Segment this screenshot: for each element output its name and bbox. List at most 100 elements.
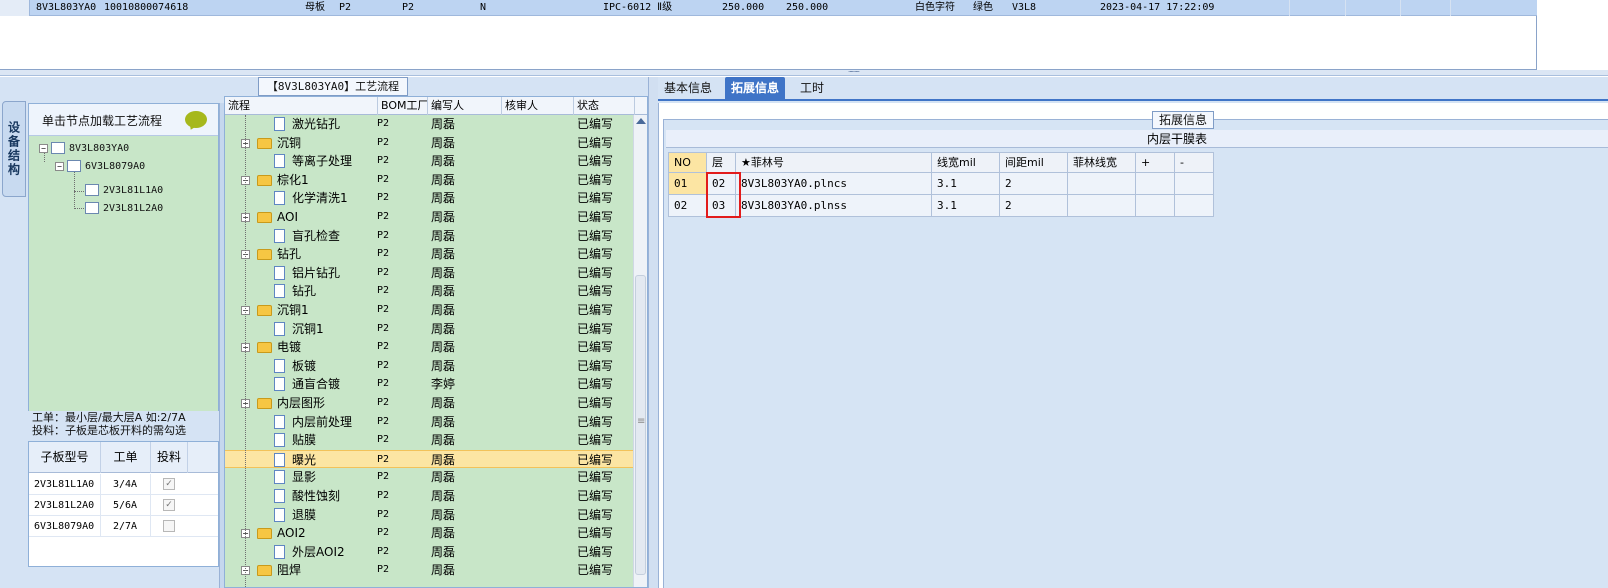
table-row[interactable]: 2V3L81L1A0 3/4A ✓ xyxy=(29,474,218,495)
flow-row[interactable]: 通盲合镀 P2 李婷 已编写 xyxy=(225,375,635,394)
flow-row[interactable]: 酸性蚀刻 P2 周磊 已编写 xyxy=(225,487,635,506)
flow-row[interactable]: 退膜 P2 周磊 已编写 xyxy=(225,506,635,525)
column-header[interactable]: 核审人 xyxy=(502,97,574,115)
flow-step-name: 沉铜1 xyxy=(277,303,309,317)
remove-cell[interactable] xyxy=(1175,195,1214,217)
flow-row[interactable]: 等离子处理 P2 周磊 已编写 xyxy=(225,152,635,171)
row-header-cell[interactable] xyxy=(0,0,30,16)
load-flow-hint[interactable]: 单击节点加载工艺流程 xyxy=(29,104,218,136)
cell-f1[interactable]: P2 xyxy=(339,0,351,15)
flow-row[interactable]: 化学清洗1 P2 周磊 已编写 xyxy=(225,189,635,208)
sub-order-cell[interactable]: 5/6A xyxy=(101,495,151,516)
remove-row-header[interactable]: - xyxy=(1175,152,1214,173)
column-header[interactable]: NO xyxy=(668,152,707,173)
horizontal-splitter[interactable]: ········· xyxy=(0,69,1608,76)
sub-order-cell[interactable]: 2/7A xyxy=(101,516,151,537)
remove-cell[interactable] xyxy=(1175,173,1214,195)
scrollbar-thumb[interactable] xyxy=(635,275,646,575)
flow-row[interactable]: − 电镀 P2 周磊 已编写 xyxy=(225,338,635,357)
no-cell[interactable]: 02 xyxy=(668,195,707,217)
cell-code[interactable]: 8V3L803YA0 xyxy=(36,0,96,15)
column-header[interactable]: BOM工厂 xyxy=(378,97,428,115)
column-header[interactable]: 投料 xyxy=(151,442,188,473)
line-width-cell[interactable]: 3.1 xyxy=(932,195,1000,217)
sub-order-cell[interactable]: 3/4A xyxy=(101,474,151,495)
cell-datetime[interactable]: 2023-04-17 17:22:09 xyxy=(1100,0,1214,15)
spacing-cell[interactable]: 2 xyxy=(1000,173,1068,195)
column-header[interactable]: 编写人 xyxy=(428,97,502,115)
flow-row[interactable]: 曝光 P2 周磊 已编写 xyxy=(225,449,635,469)
flow-row[interactable]: − 内层图形 P2 周磊 已编写 xyxy=(225,394,635,413)
column-header[interactable]: 工单 xyxy=(101,442,151,473)
cell-number[interactable]: 10010800074618 xyxy=(104,0,188,15)
tab-extended-info[interactable]: 拓展信息 xyxy=(725,77,786,100)
spacing-cell[interactable]: 2 xyxy=(1000,195,1068,217)
tree-node-root[interactable]: − 8V3L803YA0 xyxy=(39,142,129,156)
flow-row[interactable]: − 钻孔 P2 周磊 已编写 xyxy=(225,245,635,264)
feed-checkbox[interactable] xyxy=(163,520,175,532)
flow-row[interactable]: − 沉铜1 P2 周磊 已编写 xyxy=(225,301,635,320)
feed-checkbox[interactable]: ✓ xyxy=(163,478,175,490)
column-header[interactable]: 线宽mil xyxy=(932,152,1000,173)
add-row-header[interactable]: + xyxy=(1136,152,1175,173)
flow-row[interactable]: 贴膜 P2 周磊 已编写 xyxy=(225,431,635,450)
sub-model-cell[interactable]: 2V3L81L1A0 xyxy=(29,474,101,495)
flow-row[interactable]: − 棕化1 P2 周磊 已编写 xyxy=(225,171,635,190)
cell-solder-color[interactable]: 绿色 xyxy=(973,0,993,15)
column-header[interactable]: ★菲林号 xyxy=(736,152,932,173)
tab-man-hours[interactable]: 工时 xyxy=(794,77,830,100)
cell-v2[interactable]: 250.000 xyxy=(786,0,828,15)
collapse-strip[interactable] xyxy=(648,77,658,588)
no-cell[interactable]: 01 xyxy=(668,173,707,195)
cell-type[interactable]: 母板 xyxy=(305,0,325,15)
flow-row[interactable]: − AOI2 P2 周磊 已编写 xyxy=(225,524,635,543)
tab-basic-info[interactable]: 基本信息 xyxy=(658,77,718,100)
film-width-cell[interactable] xyxy=(1068,173,1136,195)
flow-row[interactable]: 板镀 P2 周磊 已编写 xyxy=(225,357,635,376)
cell-text-color[interactable]: 白色字符 xyxy=(915,0,955,15)
table-row[interactable]: 6V3L8079A0 2/7A xyxy=(29,516,218,537)
flow-row[interactable]: − 阻焊 P2 周磊 已编写 xyxy=(225,561,635,580)
collapse-icon[interactable]: − xyxy=(39,143,48,153)
film-cell[interactable]: 8V3L803YA0.plncs xyxy=(736,173,932,195)
flow-row[interactable]: 外层AOI2 P2 周磊 已编写 xyxy=(225,543,635,562)
top-grid-row-selected[interactable]: 8V3L803YA0 10010800074618 母板 P2 P2 N IPC… xyxy=(0,0,1537,16)
scroll-up-icon[interactable] xyxy=(636,118,646,124)
collapse-icon[interactable]: − xyxy=(55,161,64,171)
vertical-scrollbar[interactable] xyxy=(633,115,647,587)
feed-checkbox[interactable]: ✓ xyxy=(163,499,175,511)
tree-node-leaf[interactable]: 2V3L81L2A0 xyxy=(85,202,163,216)
tree-node-leaf[interactable]: 2V3L81L1A0 xyxy=(85,184,163,198)
equipment-structure-tab[interactable]: 设备结构 xyxy=(2,101,26,197)
cell-version[interactable]: V3L8 xyxy=(1012,0,1036,15)
table-row[interactable]: 2V3L81L2A0 5/6A ✓ xyxy=(29,495,218,516)
splitter-grip[interactable]: ········· xyxy=(848,69,888,76)
flow-row[interactable]: 铝片钻孔 P2 周磊 已编写 xyxy=(225,264,635,283)
column-header[interactable]: 子板型号 xyxy=(29,442,101,473)
flow-row[interactable]: 钻孔 P2 周磊 已编写 xyxy=(225,282,635,301)
sub-model-cell[interactable]: 6V3L8079A0 xyxy=(29,516,101,537)
tree-node-child[interactable]: − 6V3L8079A0 xyxy=(55,160,145,174)
flow-row[interactable]: 内层前处理 P2 周磊 已编写 xyxy=(225,413,635,432)
flow-row[interactable]: − 沉铜 P2 周磊 已编写 xyxy=(225,134,635,153)
flow-row[interactable]: − AOI P2 周磊 已编写 xyxy=(225,208,635,227)
film-cell[interactable]: 8V3L803YA0.plnss xyxy=(736,195,932,217)
flow-row[interactable]: 激光钻孔 P2 周磊 已编写 xyxy=(225,115,635,134)
column-header[interactable]: 状态 xyxy=(574,97,635,115)
film-width-cell[interactable] xyxy=(1068,195,1136,217)
flow-row[interactable]: 沉铜1 P2 周磊 已编写 xyxy=(225,320,635,339)
sub-model-cell[interactable]: 2V3L81L2A0 xyxy=(29,495,101,516)
column-header[interactable]: 流程 xyxy=(225,97,378,115)
column-header[interactable]: 菲林线宽 xyxy=(1068,152,1136,173)
cell-model[interactable]: IPC-6012 Ⅱ级 xyxy=(603,0,672,15)
column-header[interactable]: 层 xyxy=(707,152,736,173)
add-cell[interactable] xyxy=(1136,173,1175,195)
cell-v1[interactable]: 250.000 xyxy=(722,0,764,15)
flow-row[interactable]: 显影 P2 周磊 已编写 xyxy=(225,468,635,487)
flow-row[interactable]: 盲孔检查 P2 周磊 已编写 xyxy=(225,227,635,246)
cell-f3[interactable]: N xyxy=(480,0,486,15)
column-header[interactable]: 间距mil xyxy=(1000,152,1068,173)
line-width-cell[interactable]: 3.1 xyxy=(932,173,1000,195)
cell-f2[interactable]: P2 xyxy=(402,0,414,15)
add-cell[interactable] xyxy=(1136,195,1175,217)
